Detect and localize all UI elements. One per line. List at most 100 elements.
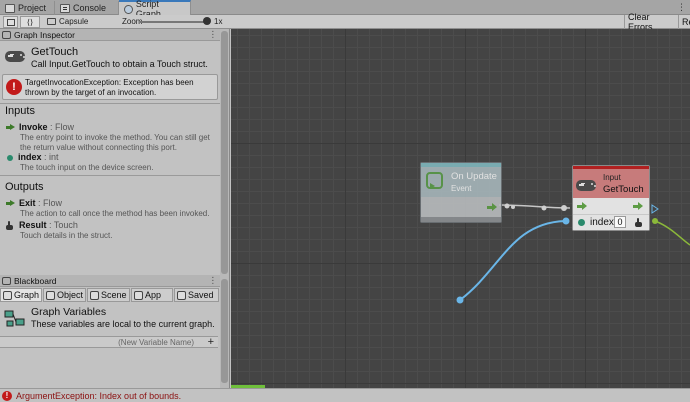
new-variable-row: (New Variable Name) + [0,336,218,348]
value-target-dot[interactable] [562,217,570,225]
flow-port-row [573,198,649,214]
divider [0,175,220,176]
inspector-scroll-thumb[interactable] [221,31,228,274]
port-description: Touch details in the struct. [20,231,113,241]
port-name: Invoke [19,122,48,132]
window-menu-icon[interactable]: ⋮ [677,2,686,13]
graph-inspector-header[interactable]: Graph Inspector ⋮ [0,29,220,41]
flow-connection[interactable] [498,204,571,209]
blackboard-title: Blackboard [14,275,57,286]
relations-button[interactable]: Re [678,15,690,29]
blackboard-tab-object[interactable]: Object [43,288,86,302]
tab-project[interactable]: Project [0,1,55,15]
error-icon: ! [2,390,12,401]
flow-arrow-icon [6,124,15,131]
on-update-node[interactable]: On Update Event [420,162,502,223]
int-port-icon[interactable] [578,219,585,226]
add-variable-button[interactable]: + [208,336,214,348]
blackboard-menu-icon[interactable]: ⋮ [209,275,218,286]
value-source-dot[interactable] [456,296,464,304]
flow-input-port-icon[interactable] [577,202,587,210]
toggle-inspector-button[interactable] [3,16,18,28]
input-port-index: index : int The touch input on the devic… [6,152,218,173]
unit-title: GetTouch [31,46,79,58]
port-name: Exit [19,198,36,208]
int-port-icon [7,154,13,161]
blackboard-tab-label: Scene [101,290,127,300]
blackboard-header[interactable]: Blackboard ⋮ [0,275,220,287]
output-port-result: Result : Touch Touch details in the stru… [6,220,218,241]
blackboard-tab-label: Saved [188,290,214,300]
port-type: : int [41,152,59,162]
inspector-header-icon [2,30,11,39]
blackboard-header-icon [2,276,11,285]
breadcrumb-label: Capsule [59,17,89,26]
tab-script-graph[interactable]: Script Graph [119,0,191,19]
flow-output-port-icon[interactable] [487,203,497,211]
blackboard-tab-label: Graph [13,290,39,300]
port-type: : Flow [35,198,63,208]
port-type: : Touch [46,220,78,230]
port-name: Result [19,220,47,230]
unit-summary: Call Input.GetTouch to obtain a Touch st… [31,59,208,69]
error-box: ! TargetInvocationException: Exception h… [2,74,218,100]
outputs-title: Outputs [5,181,44,193]
blackboard-tab-label: Object [56,290,83,300]
status-bar[interactable]: ! ArgumentException: Index out of bounds… [0,388,690,402]
script-graph-icon [124,4,133,14]
breadcrumb[interactable]: Capsule [47,17,88,26]
output-connection-dot [652,218,658,224]
inputs-title: Inputs [5,105,35,117]
blackboard-tab-scene[interactable]: Scene [87,288,130,302]
blackboard-scroll-thumb[interactable] [221,279,228,383]
value-connection[interactable] [459,220,566,301]
index-port-row: index 0 [573,214,649,230]
port-description: The touch input on the device screen. [20,163,154,172]
flow-output-port-icon[interactable] [633,202,643,210]
port-description: The action to call once the method has b… [20,209,210,218]
capsule-icon [47,18,56,26]
port-description: The entry point to invoke the method. Yo… [20,133,210,152]
input-port-invoke: Invoke : Flow The entry point to invoke … [6,122,218,153]
toggle-blackboard-button[interactable]: ⟨⟩ [20,16,40,28]
node-header: On Update Event [421,163,501,197]
zoom-slider-handle[interactable] [203,17,211,25]
blackboard-tab-graph[interactable]: Graph [0,288,42,302]
index-input[interactable]: 0 [614,216,626,228]
graph-variables-title: Graph Variables [31,306,107,318]
saved-scope-icon [177,290,186,300]
port-name: index [18,152,42,162]
inspector-menu-icon[interactable]: ⋮ [209,29,218,40]
get-touch-node[interactable]: Input GetTouch index 0 [572,165,650,231]
node-title: GetTouch [603,184,644,195]
inspector-icon [6,18,15,26]
on-update-icon [426,172,443,189]
error-message: TargetInvocationException: Exception has… [25,78,194,97]
graph-variables-icon [4,310,25,327]
clear-errors-button[interactable]: Clear Errors [624,12,678,32]
connection-dot [511,205,515,209]
touch-hand-icon[interactable] [635,218,643,227]
tab-console[interactable]: Console [55,1,119,15]
inspector-scrollbar[interactable] [220,29,229,388]
window-tab-bar: Project Console Script Graph ⋮ [0,0,690,19]
app-scope-icon [134,290,143,300]
output-connection[interactable] [654,220,690,246]
blackboard-icon: ⟨⟩ [26,17,34,27]
blackboard-tabs: Graph Object Scene App Saved [0,288,220,302]
connection-dot [504,203,510,209]
node-title: On Update [451,171,497,182]
node-subtitle: Event [451,184,472,193]
graph-canvas[interactable]: On Update Event Input GetTouch index 0 [231,29,690,388]
blackboard-tab-label: App [145,290,162,300]
connection-dot [561,205,567,211]
zoom-slider-track[interactable] [140,21,210,23]
object-scope-icon [46,290,55,300]
gamepad-icon [5,51,25,62]
graph-scope-icon [3,290,12,300]
exit-port-arrow-icon[interactable] [651,204,659,214]
blackboard-tab-app[interactable]: App [131,288,173,302]
blackboard-tab-saved[interactable]: Saved [174,288,219,302]
new-variable-name-input[interactable]: (New Variable Name) [118,338,194,347]
tab-console-label: Console [73,3,107,13]
